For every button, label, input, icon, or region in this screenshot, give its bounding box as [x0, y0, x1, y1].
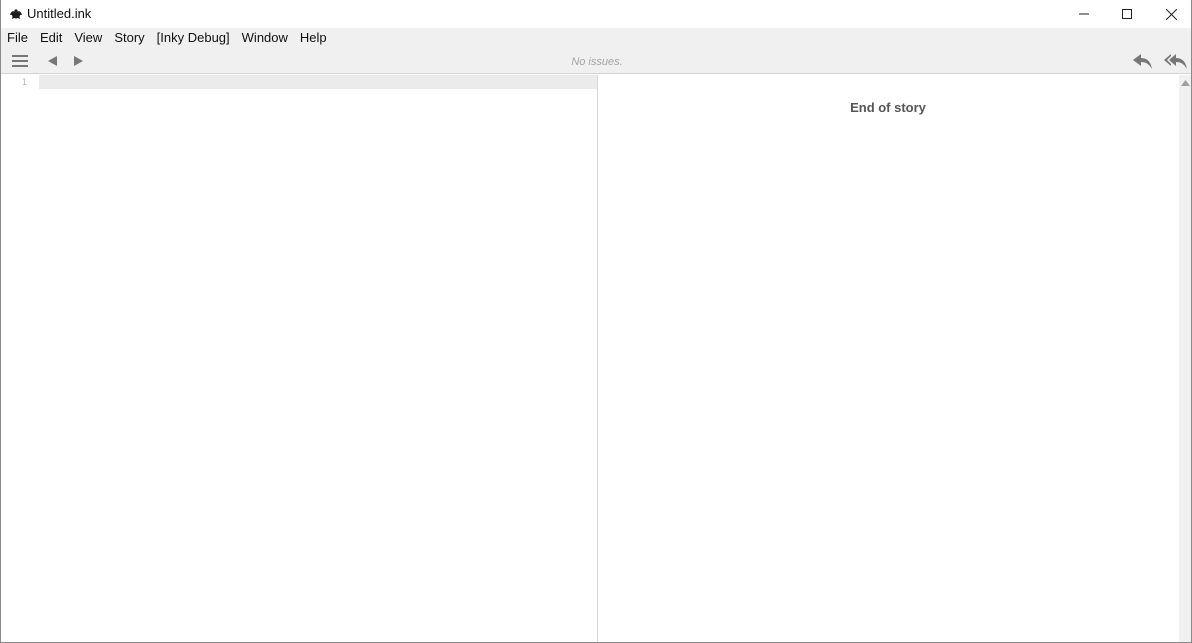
app-window: Untitled.ink File Edit View Story [Inky …	[0, 0, 1192, 643]
menu-bar: File Edit View Story [Inky Debug] Window…	[1, 28, 1191, 48]
scroll-up-arrow-icon[interactable]	[1181, 80, 1190, 86]
title-bar: Untitled.ink	[1, 0, 1191, 28]
end-of-story-text: End of story	[850, 100, 926, 115]
code-editor[interactable]: 1	[1, 75, 598, 642]
close-button[interactable]	[1149, 0, 1191, 28]
menu-view[interactable]: View	[68, 28, 108, 48]
maximize-button[interactable]	[1105, 0, 1149, 28]
line-number-gutter: 1	[1, 75, 39, 642]
close-icon	[1165, 8, 1177, 20]
menu-inky-debug[interactable]: [Inky Debug]	[151, 28, 236, 48]
inky-app-icon	[9, 7, 23, 21]
issues-status: No issues.	[571, 56, 623, 68]
minimize-icon	[1079, 13, 1089, 15]
menu-help[interactable]: Help	[294, 28, 333, 48]
rewind-one-icon	[1133, 53, 1152, 69]
menu-edit[interactable]: Edit	[34, 28, 68, 48]
rewind-all-button[interactable]	[1163, 51, 1189, 71]
menu-window[interactable]: Window	[236, 28, 294, 48]
toolbar: No issues.	[1, 48, 1191, 74]
menu-file[interactable]: File	[1, 28, 34, 48]
maximize-icon	[1122, 9, 1132, 19]
active-line-highlight[interactable]	[39, 75, 597, 89]
menu-story[interactable]: Story	[108, 28, 150, 48]
rewind-one-button[interactable]	[1131, 51, 1155, 71]
story-player: End of story	[599, 75, 1179, 642]
line-number: 1	[21, 78, 27, 88]
window-title: Untitled.ink	[27, 6, 92, 21]
player-scrollbar[interactable]	[1179, 75, 1191, 642]
rewind-all-icon	[1164, 53, 1187, 69]
minimize-button[interactable]	[1062, 0, 1106, 28]
